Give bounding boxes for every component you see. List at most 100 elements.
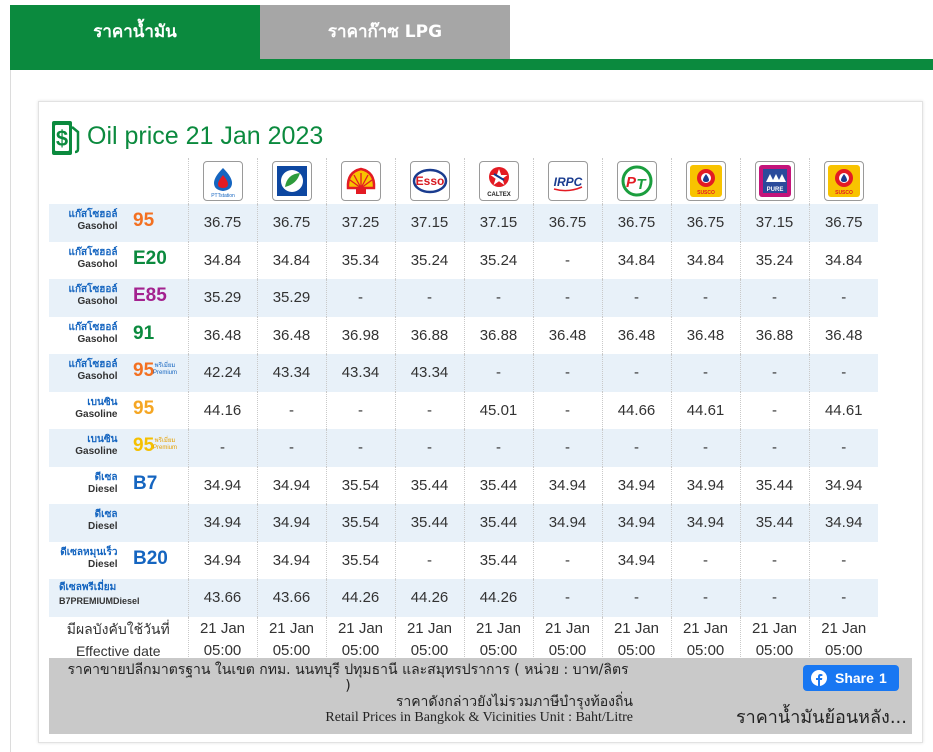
fuel-label: เบนซิน Gasoline 95 พรีเมี่ยม Premium [49, 429, 188, 466]
price-cell: 34.94 [532, 466, 602, 504]
premium-en: Premium [153, 370, 178, 377]
fuel-label: แก๊สโซฮอล์ Gasohol 95 [49, 204, 188, 241]
brand-cell: Esso [394, 158, 464, 204]
price-cell: 36.48 [532, 316, 602, 354]
price-cell: 36.88 [463, 316, 533, 354]
effective-label-en: Effective date [75, 642, 161, 659]
fuel-grade: E20 [133, 247, 167, 269]
effective-date: 21 Jan [268, 619, 315, 637]
fuel-name-th: ดีเซลหมุนเร็ว [60, 546, 118, 558]
price-cell: 44.26 [463, 579, 533, 617]
price-cell: 43.66 [187, 579, 257, 617]
fuel-premium-tag: พรีเมี่ยม Premium [153, 438, 177, 452]
effective-date: 21 Jan [406, 619, 453, 637]
fuel-label-cell: แก๊สโซฮอล์ Gasohol 91 [49, 317, 188, 355]
fuel-row: ดีเซล Diesel B7 34.94 34.94 35.54 35.44 35.44 34… [49, 466, 878, 505]
effective-label-th: มีผลบังคับใช้วันที่ [66, 620, 170, 637]
share-label: Share [835, 670, 874, 686]
svg-text:SUSCO: SUSCO [697, 190, 715, 196]
fuel-grade: B7 [133, 472, 158, 494]
fuel-name-th: แก๊สโซฮอล์ [68, 246, 118, 258]
price-cell: 44.16 [187, 391, 257, 429]
price-cell: 36.48 [808, 316, 878, 354]
effective-date-row: มีผลบังคับใช้วันที่ Effective date 21 Jan 0… [49, 616, 878, 663]
pure-logo-icon: PURE [754, 161, 795, 201]
price-cell: - [739, 579, 809, 617]
fuel-name-th: แก๊สโซฮอล์ [68, 321, 118, 333]
price-cell: 36.75 [187, 204, 257, 242]
brand-cell: SUSCO [808, 158, 878, 204]
fuel-name-th: ดีเซลพรีเมี่ยม [59, 582, 117, 594]
brand-cell [256, 158, 326, 204]
oil-price-card: $ Oil price 21 Jan 2023 PTTstation Esso CA… [38, 101, 923, 743]
effective-date: 21 Jan [337, 619, 384, 637]
effective-date-cell: 21 Jan 05:00 [601, 616, 671, 663]
price-cell: 36.75 [256, 204, 326, 242]
brand-cell: SUSCO [670, 158, 740, 204]
price-cell: 36.88 [394, 316, 464, 354]
fuel-label-cell: ดีเซล Diesel B7 [49, 467, 188, 505]
footnote-retail-en: Retail Prices in Bangkok & Vicinities Un… [325, 710, 633, 725]
price-cell: - [670, 354, 740, 392]
fuel-name-en: Diesel [88, 558, 118, 570]
effective-time: 05:00 [548, 641, 587, 659]
price-cell: 34.94 [670, 504, 740, 542]
effective-date: 21 Jan [682, 619, 729, 637]
tab-underline [10, 59, 933, 70]
price-cell: 35.44 [739, 504, 809, 542]
price-cell: - [739, 354, 809, 392]
effective-time: 05:00 [203, 641, 242, 659]
price-cell: 34.94 [601, 541, 671, 579]
brand-logo-row: PTTstation Esso CALTEX IRPC P T SUSCO PURE SUSCO [49, 158, 878, 204]
premium-th: พรีเมี่ยม [154, 438, 176, 445]
price-cell: 37.15 [394, 204, 464, 242]
price-cell: 34.94 [187, 541, 257, 579]
price-cell: - [808, 354, 878, 392]
irpc-logo-icon: IRPC [547, 161, 588, 201]
price-cell: - [463, 279, 533, 317]
price-cell: - [463, 354, 533, 392]
svg-text:IRPC: IRPC [553, 175, 582, 189]
price-cell: 35.29 [187, 279, 257, 317]
effective-time: 05:00 [479, 641, 518, 659]
fuel-row: แก๊สโซฮอล์ Gasohol 95 พรีเมี่ยม Premium 42.24… [49, 354, 878, 392]
price-cell: - [601, 579, 671, 617]
price-cell: 35.44 [394, 504, 464, 542]
price-cell: 34.94 [670, 466, 740, 504]
effective-date-cell: 21 Jan 05:00 [187, 616, 257, 663]
fuel-label: ดีเซลหมุนเร็ว Diesel B20 [49, 542, 188, 579]
effective-time: 05:00 [824, 641, 863, 659]
fuel-name-en: Diesel [88, 483, 118, 495]
fuel-row: เบนซิน Gasoline 95 44.16- - -45.01-44.66 44.61… [49, 391, 878, 429]
effective-date: 21 Jan [475, 619, 522, 637]
price-cell: 36.98 [325, 316, 395, 354]
price-cell: - [739, 391, 809, 429]
price-cell: 35.54 [325, 541, 395, 579]
fuel-name-th: แก๊สโซฮอล์ [68, 359, 118, 371]
fuel-label-cell: ดีเซลพรีเมี่ยม B7PREMIUMDiesel [49, 579, 188, 617]
price-cell: 35.44 [463, 504, 533, 542]
fuel-row: แก๊สโซฮอล์ Gasohol E85 35.29 35.29- - - - - - - - [49, 279, 878, 317]
fuel-name-en: Gasohol [77, 258, 118, 270]
fuel-name-en: Gasohol [77, 371, 118, 383]
price-cell: 34.94 [187, 466, 257, 504]
price-cell: - [394, 541, 464, 579]
fuel-row: เบนซิน Gasoline 95 พรีเมี่ยม Premium - - - - - - - -… [49, 429, 878, 467]
fuel-pump-dollar-icon: $ [52, 121, 80, 155]
fuel-name-th: ดีเซล [94, 471, 118, 483]
price-history-link[interactable]: ราคาน้ำมันย้อนหลัง... [717, 702, 907, 731]
price-cell: - [808, 579, 878, 617]
tab-oil-price[interactable]: ราคาน้ำมัน [10, 5, 260, 59]
facebook-share-button[interactable]: Share 1 [803, 665, 899, 691]
fuel-row: ดีเซลพรีเมี่ยม B7PREMIUMDiesel 43.66 43.66 4… [49, 579, 878, 617]
price-cell: 37.15 [739, 204, 809, 242]
tab-lpg-price[interactable]: ราคาก๊าซ LPG [260, 5, 510, 59]
svg-text:PURE: PURE [766, 187, 783, 193]
fuel-label-cell: เบนซิน Gasoline 95 พรีเมี่ยม Premium [49, 429, 188, 467]
fuel-label: ดีเซลพรีเมี่ยม B7PREMIUMDiesel [49, 579, 188, 616]
price-cell: 45.01 [463, 391, 533, 429]
price-cell: 34.84 [808, 241, 878, 279]
fuel-label-cell: แก๊สโซฮอล์ Gasohol E20 [49, 242, 188, 280]
price-cell: - [532, 354, 602, 392]
effective-time: 05:00 [617, 641, 656, 659]
